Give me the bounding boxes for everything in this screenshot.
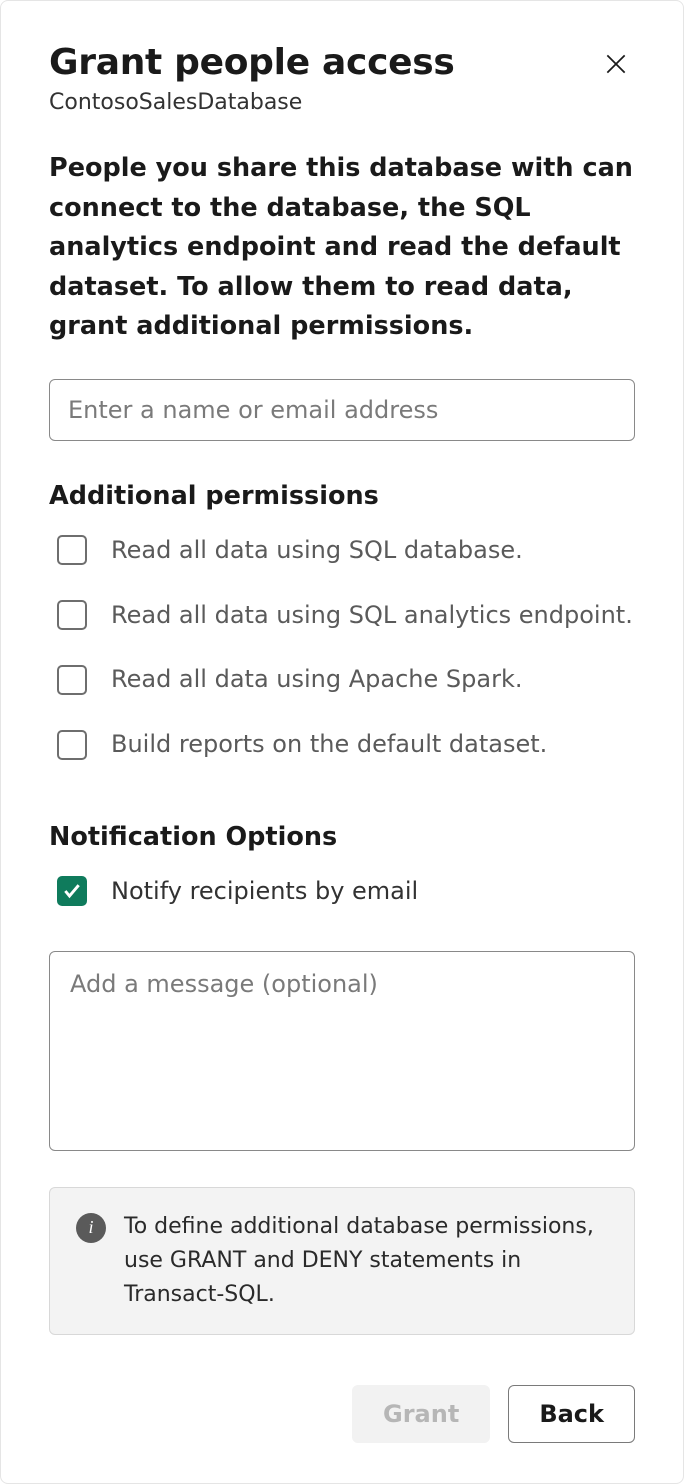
info-icon: i: [76, 1213, 106, 1243]
dialog-header: Grant people access ContosoSalesDatabase: [49, 41, 635, 115]
permission-checkbox-sql-database[interactable]: [57, 535, 87, 565]
permission-row: Read all data using SQL database.: [49, 533, 635, 568]
notification-section: Notification Options Notify recipients b…: [49, 804, 635, 1187]
info-text: To define additional database permission…: [124, 1210, 608, 1312]
permission-label: Build reports on the default dataset.: [111, 727, 547, 762]
permission-label: Read all data using SQL analytics endpoi…: [111, 598, 633, 633]
permission-checkbox-build-reports[interactable]: [57, 730, 87, 760]
people-input[interactable]: [49, 379, 635, 441]
notify-row: Notify recipients by email: [49, 874, 635, 909]
permission-label: Read all data using SQL database.: [111, 533, 523, 568]
permissions-section: Additional permissions Read all data usi…: [49, 481, 635, 792]
permission-row: Build reports on the default dataset.: [49, 727, 635, 762]
permission-label: Read all data using Apache Spark.: [111, 662, 522, 697]
permission-checkbox-sql-analytics[interactable]: [57, 600, 87, 630]
dialog-footer: Grant Back: [49, 1347, 635, 1443]
permission-row: Read all data using Apache Spark.: [49, 662, 635, 697]
dialog-title: Grant people access: [49, 41, 455, 84]
grant-button[interactable]: Grant: [352, 1385, 490, 1443]
close-button[interactable]: [597, 45, 635, 83]
grant-access-dialog: Grant people access ContosoSalesDatabase…: [0, 0, 684, 1484]
dialog-title-block: Grant people access ContosoSalesDatabase: [49, 41, 455, 115]
permission-row: Read all data using SQL analytics endpoi…: [49, 598, 635, 633]
message-textarea[interactable]: [49, 951, 635, 1151]
close-icon: [603, 51, 629, 77]
permissions-heading: Additional permissions: [49, 481, 635, 511]
permission-checkbox-apache-spark[interactable]: [57, 665, 87, 695]
info-banner: i To define additional database permissi…: [49, 1187, 635, 1335]
notify-checkbox[interactable]: [57, 876, 87, 906]
dialog-subtitle: ContosoSalesDatabase: [49, 90, 455, 115]
dialog-description: People you share this database with can …: [49, 149, 635, 347]
notify-label: Notify recipients by email: [111, 874, 418, 909]
back-button[interactable]: Back: [508, 1385, 635, 1443]
notification-heading: Notification Options: [49, 822, 635, 852]
check-icon: [62, 881, 82, 901]
